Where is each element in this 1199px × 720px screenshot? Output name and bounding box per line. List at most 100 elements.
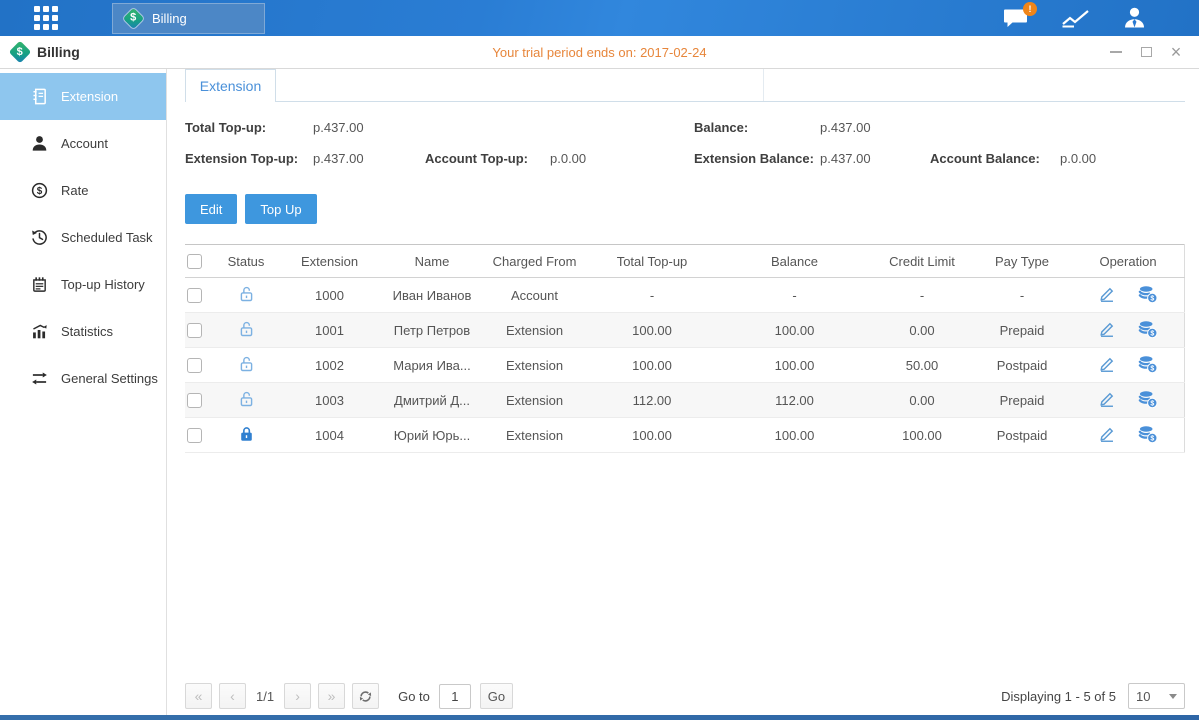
cell-total-topup: 100.00: [587, 418, 717, 453]
status-unlocked-icon: [238, 390, 255, 408]
row-checkbox[interactable]: [187, 288, 202, 303]
person-icon: [30, 135, 48, 153]
cell-charged-from: Account: [482, 278, 587, 313]
cell-total-topup: -: [587, 278, 717, 313]
total-topup-label: Total Top-up:: [185, 120, 266, 135]
edit-icon[interactable]: [1098, 425, 1116, 443]
table-header-row: StatusExtensionNameCharged FromTotal Top…: [185, 245, 1185, 278]
cell-credit-limit: 50.00: [872, 348, 972, 383]
row-checkbox[interactable]: [187, 393, 202, 408]
last-page-button[interactable]: »: [318, 683, 345, 709]
refresh-icon[interactable]: [352, 683, 379, 709]
cell-credit-limit: -: [872, 278, 972, 313]
account-topup-label: Account Top-up:: [425, 151, 528, 166]
svg-text:$: $: [1150, 365, 1154, 372]
account-topup-value: p.0.00: [550, 151, 586, 166]
cell-total-topup: 112.00: [587, 383, 717, 418]
top-up-icon[interactable]: $: [1138, 285, 1158, 303]
reports-chart-icon[interactable]: [1061, 8, 1090, 29]
cell-pay-type: Postpaid: [972, 348, 1072, 383]
row-checkbox[interactable]: [187, 323, 202, 338]
app-launcher-icon[interactable]: [34, 6, 58, 30]
select-all-checkbox[interactable]: [187, 254, 202, 269]
tabstrip: Extension: [185, 69, 1185, 102]
edit-button[interactable]: Edit: [185, 194, 237, 224]
cell-charged-from: Extension: [482, 383, 587, 418]
cell-charged-from: Extension: [482, 418, 587, 453]
goto-page-input[interactable]: [439, 684, 471, 709]
prev-page-button[interactable]: ‹: [219, 683, 246, 709]
top-up-icon[interactable]: $: [1138, 355, 1158, 373]
table-row: 1003Дмитрий Д...Extension112.00112.000.0…: [185, 383, 1185, 418]
topbar-tab-billing[interactable]: $ Billing: [112, 3, 265, 34]
edit-icon[interactable]: [1098, 390, 1116, 408]
column-header-total-top-up: Total Top-up: [587, 245, 717, 278]
sidebar-item-scheduled-task[interactable]: Scheduled Task: [0, 214, 166, 261]
sidebar-item-account[interactable]: Account: [0, 120, 166, 167]
sidebar-item-general-settings[interactable]: General Settings: [0, 355, 166, 402]
edit-icon[interactable]: [1098, 320, 1116, 338]
top-up-icon[interactable]: $: [1138, 425, 1158, 443]
tabstrip-empty-area: [276, 69, 1185, 102]
cell-name: Иван Иванов: [382, 278, 482, 313]
cell-extension: 1003: [277, 383, 382, 418]
svg-text:$: $: [1150, 400, 1154, 407]
page-indicator: 1/1: [256, 689, 274, 704]
pagination-bar: « ‹ 1/1 › » Go to Go Displaying 1 - 5 of…: [185, 683, 1185, 709]
tab-extension[interactable]: Extension: [185, 69, 276, 102]
sidebar-item-extension[interactable]: Extension: [0, 73, 166, 120]
sidebar-item-label: Rate: [61, 183, 88, 198]
sidebar-item-label: Extension: [61, 89, 118, 104]
main-panel: Extension Total Top-up: p.437.00 Balance…: [167, 69, 1199, 715]
notepad-icon: [30, 276, 48, 294]
page-size-value: 10: [1136, 689, 1150, 704]
minimize-icon[interactable]: [1109, 45, 1123, 59]
sidebar-item-label: Scheduled Task: [61, 230, 153, 245]
cell-credit-limit: 0.00: [872, 383, 972, 418]
status-unlocked-icon: [238, 285, 255, 303]
messages-icon[interactable]: !: [1003, 8, 1029, 29]
next-page-button[interactable]: ›: [284, 683, 311, 709]
cell-balance: 100.00: [717, 313, 872, 348]
maximize-icon[interactable]: [1139, 45, 1153, 59]
edit-icon[interactable]: [1098, 285, 1116, 303]
close-icon[interactable]: ×: [1169, 45, 1183, 59]
window-bottom-edge: [0, 715, 1199, 720]
column-header-pay-type: Pay Type: [972, 245, 1072, 278]
cell-extension: 1002: [277, 348, 382, 383]
top-up-icon[interactable]: $: [1138, 320, 1158, 338]
cell-name: Дмитрий Д...: [382, 383, 482, 418]
row-checkbox[interactable]: [187, 358, 202, 373]
sidebar-item-label: Statistics: [61, 324, 113, 339]
bar-chart-icon: [30, 323, 48, 341]
cell-extension: 1001: [277, 313, 382, 348]
sidebar-item-rate[interactable]: $Rate: [0, 167, 166, 214]
extension-balance-label: Extension Balance:: [694, 151, 814, 166]
row-checkbox[interactable]: [187, 428, 202, 443]
sidebar-item-statistics[interactable]: Statistics: [0, 308, 166, 355]
first-page-button[interactable]: «: [185, 683, 212, 709]
cell-total-topup: 100.00: [587, 313, 717, 348]
displaying-text: Displaying 1 - 5 of 5: [1001, 689, 1116, 704]
cell-charged-from: Extension: [482, 313, 587, 348]
page-size-select[interactable]: 10: [1128, 683, 1185, 709]
sidebar-item-top-up-history[interactable]: Top-up History: [0, 261, 166, 308]
cell-balance: 100.00: [717, 418, 872, 453]
top-up-button[interactable]: Top Up: [245, 194, 316, 224]
billing-app-window: $ Billing !: [0, 0, 1199, 720]
svg-text:$: $: [1150, 295, 1154, 302]
user-account-icon[interactable]: [1122, 6, 1147, 30]
column-header-charged-from: Charged From: [482, 245, 587, 278]
column-header-status: Status: [215, 245, 277, 278]
column-header-balance: Balance: [717, 245, 872, 278]
column-header-operation: Operation: [1072, 245, 1185, 278]
cell-name: Петр Петров: [382, 313, 482, 348]
chevron-down-icon: [1169, 694, 1177, 699]
table-row: 1002Мария Ива...Extension100.00100.0050.…: [185, 348, 1185, 383]
top-up-icon[interactable]: $: [1138, 390, 1158, 408]
go-button[interactable]: Go: [480, 683, 513, 709]
cell-name: Юрий Юрь...: [382, 418, 482, 453]
total-topup-value: p.437.00: [313, 120, 364, 135]
edit-icon[interactable]: [1098, 355, 1116, 373]
account-balance-value: p.0.00: [1060, 151, 1096, 166]
